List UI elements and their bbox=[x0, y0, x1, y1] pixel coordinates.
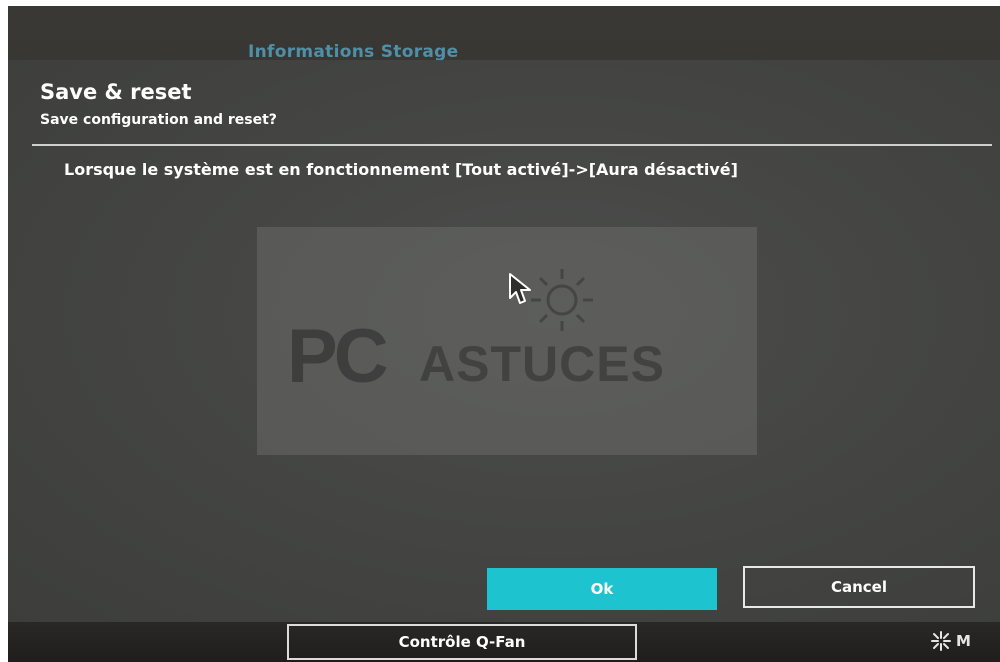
save-reset-dialog: Save & reset Save configuration and rese… bbox=[8, 60, 1000, 622]
bottom-bar: Contrôle Q-Fan M bbox=[8, 622, 1000, 662]
sun-icon bbox=[531, 269, 593, 331]
dialog-divider bbox=[32, 144, 992, 146]
dialog-message: Lorsque le système est en fonctionnement… bbox=[64, 160, 738, 179]
watermark-astuces-text: ASTUCES bbox=[419, 336, 665, 392]
cancel-button[interactable]: Cancel bbox=[743, 566, 975, 608]
dialog-subtitle: Save configuration and reset? bbox=[40, 112, 277, 128]
bios-screen: Informations Storage Save & reset Save c… bbox=[8, 6, 1000, 662]
dialog-title: Save & reset bbox=[40, 80, 192, 104]
background-tab-informations-storage: Informations Storage bbox=[248, 42, 459, 62]
bottom-right-label: M bbox=[956, 632, 971, 650]
qfan-control-button[interactable]: Contrôle Q-Fan bbox=[287, 624, 637, 660]
bottom-right-item[interactable]: M bbox=[930, 630, 971, 652]
watermark-pc-text: PC bbox=[287, 314, 389, 399]
mouse-cursor-icon bbox=[509, 273, 531, 304]
ok-button[interactable]: Ok bbox=[487, 568, 717, 610]
watermark-logo: PC ASTUCES bbox=[257, 227, 757, 455]
fan-icon bbox=[931, 631, 951, 651]
